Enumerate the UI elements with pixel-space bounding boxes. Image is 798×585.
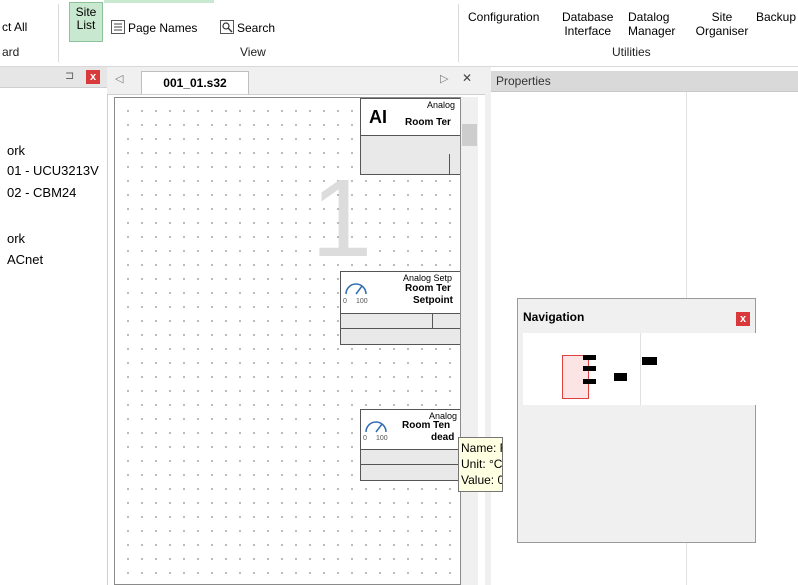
view-group-label: View [240, 45, 266, 59]
backup-button[interactable]: Backup [756, 10, 796, 24]
minimap-block [583, 366, 596, 371]
ribbon-highlight-strip [104, 0, 214, 3]
gauge-icon [345, 283, 367, 295]
minimap-block [614, 373, 627, 381]
select-all-button[interactable]: ct All [2, 20, 27, 34]
minimap-block [642, 357, 657, 365]
analog-deadband-block[interactable]: 0 100 Analog S Room Ten dead [360, 409, 460, 450]
setpoint-block-body [340, 313, 460, 345]
tooltip-name: Name: R [461, 441, 502, 455]
setpoint-block-row-divider [341, 328, 460, 329]
minimap-block [583, 355, 596, 360]
tab-close-icon[interactable]: ✕ [462, 71, 472, 85]
navigation-title: Navigation [523, 310, 585, 324]
site-tree-title-bar: ⊐ x [0, 67, 107, 88]
ai-block-type: Analog [427, 100, 456, 110]
close-icon[interactable]: x [736, 312, 750, 326]
block-tooltip: Name: R Unit: °C Value: 0. [458, 437, 503, 492]
properties-title: Properties [496, 74, 551, 88]
site-organiser-label-1: Site [711, 10, 733, 24]
tooltip-value: Value: 0. [461, 473, 503, 487]
page-names-button[interactable]: Page Names [111, 20, 197, 35]
navigation-title-bar[interactable]: Navigation x [518, 299, 755, 331]
ai-block-label: AI [369, 107, 387, 127]
tree-item[interactable]: 01 - UCU3213V [7, 163, 99, 178]
setpoint-block-name-1: Room Ter [405, 283, 451, 294]
gauge-min-label: 0 [343, 298, 347, 305]
site-organiser-label-2: Organiser [695, 24, 749, 38]
site-list-label-bottom: List [76, 18, 96, 32]
ribbon-separator [58, 4, 59, 62]
site-organiser-button[interactable]: Site Organiser [690, 10, 754, 38]
database-interface-button[interactable]: Database Interface [562, 10, 613, 38]
deadband-block-body [360, 449, 460, 481]
database-interface-label-2: Interface [564, 24, 612, 38]
ai-block-name: Room Ter [405, 117, 451, 128]
page-names-label: Page Names [128, 21, 198, 35]
tree-item[interactable]: ACnet [7, 252, 43, 267]
page-names-icon [111, 20, 125, 34]
deadband-block-name-1: Room Ten [402, 420, 451, 431]
tree-item[interactable]: ork [7, 143, 25, 158]
gauge-max-label: 100 [376, 435, 388, 442]
page-number-watermark: 1 [311, 157, 373, 280]
canvas-vertical-scrollbar[interactable] [461, 97, 478, 585]
ribbon: ct All ard Site List Page Names Search V… [0, 0, 798, 67]
tab-scroll-left-icon[interactable]: ◁ [115, 72, 123, 85]
search-label: Search [237, 21, 276, 35]
deadband-block-name-2: dead [431, 432, 455, 443]
database-interface-label-1: Database [562, 10, 614, 24]
minimap-divider [640, 333, 641, 405]
ai-block-divider [449, 154, 450, 174]
scrollbar-thumb[interactable] [462, 124, 477, 146]
setpoint-block-col-divider [432, 314, 433, 328]
gauge-min-label: 0 [363, 435, 367, 442]
datalog-manager-button[interactable]: Datalog Manager [628, 10, 675, 38]
navigation-window: Navigation x [517, 298, 756, 543]
datalog-manager-label-2: Manager [628, 24, 676, 38]
logic-canvas[interactable]: 1 AI Analog Room Ter ^ 0 100 Analog Setp… [114, 97, 461, 585]
analog-input-block[interactable]: AI Analog Room Ter ^ [360, 98, 460, 136]
splitter[interactable] [485, 67, 491, 585]
site-tree-panel: ⊐ x ork 01 - UCU3213V 02 - CBM24 ork ACn… [0, 67, 108, 585]
deadband-block-row-divider [361, 464, 460, 465]
tab-001-01-s32[interactable]: 001_01.s32 [141, 71, 249, 94]
close-icon[interactable]: x [86, 70, 100, 84]
minimap-block [583, 379, 596, 384]
tree-item[interactable]: ork [7, 231, 25, 246]
tree-item[interactable]: 02 - CBM24 [7, 185, 76, 200]
search-icon [220, 20, 234, 34]
setpoint-block-name-2: Setpoint [413, 295, 453, 306]
properties-title-bar: Properties [491, 71, 798, 92]
analog-setpoint-block[interactable]: 0 100 Analog Setp Room Ter Setpoint [340, 271, 460, 314]
setpoint-block-type: Analog Setp [403, 273, 453, 283]
ribbon-separator [458, 4, 459, 62]
configuration-button[interactable]: Configuration [468, 10, 539, 24]
datalog-manager-label-1: Datalog [628, 10, 670, 24]
board-group-label: ard [2, 45, 20, 59]
viewport-indicator[interactable] [562, 355, 589, 399]
tab-scroll-right-icon[interactable]: ▷ [440, 72, 448, 85]
pin-icon[interactable]: ⊐ [65, 69, 74, 82]
search-button[interactable]: Search [220, 20, 275, 35]
document-tab-bar: ◁ 001_01.s32 ▷ ✕ [107, 67, 485, 95]
site-list-button[interactable]: Site List [69, 2, 103, 42]
tooltip-unit: Unit: °C [461, 457, 503, 471]
utilities-group-label: Utilities [612, 45, 651, 59]
gauge-icon [365, 421, 387, 433]
ai-block-body [360, 135, 460, 175]
navigation-preview[interactable] [523, 333, 756, 405]
gauge-max-label: 100 [356, 298, 368, 305]
